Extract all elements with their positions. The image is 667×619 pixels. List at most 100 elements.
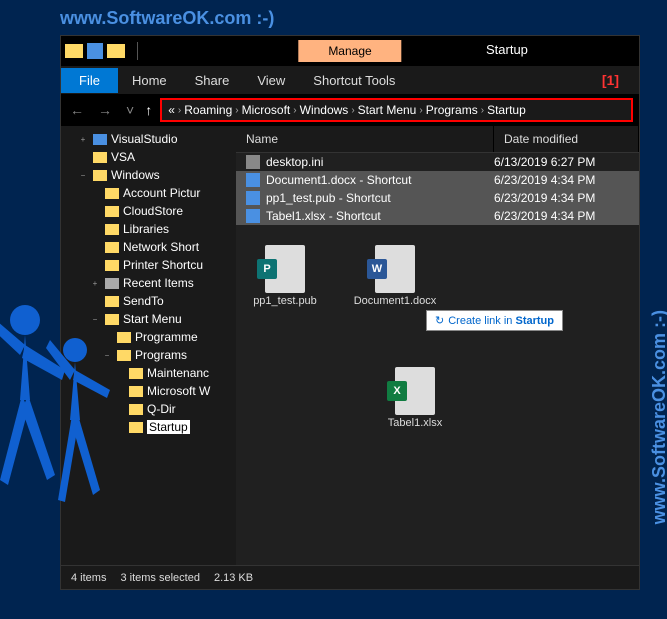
breadcrumb-item[interactable]: Windows	[300, 103, 349, 117]
column-date[interactable]: Date modified	[494, 126, 639, 152]
folder-icon	[93, 134, 107, 145]
folder-icon	[129, 404, 143, 415]
tree-item[interactable]: Libraries	[61, 220, 236, 238]
nav-back-icon[interactable]: ←	[67, 102, 87, 118]
folder-icon	[105, 206, 119, 217]
annotation-marker-1: [1]	[602, 72, 619, 88]
tree-expander-icon[interactable]: −	[77, 171, 89, 180]
drag-ghost-item[interactable]: W Document1.docx	[350, 245, 440, 307]
tree-label: SendTo	[123, 294, 164, 308]
breadcrumb-item[interactable]: Roaming	[184, 103, 232, 117]
decorative-dancers	[0, 280, 120, 560]
drag-ghost-item[interactable]: X Tabel1.xlsx	[370, 367, 460, 429]
drag-label: Document1.docx	[354, 295, 437, 307]
list-row[interactable]: Tabel1.xlsx - Shortcut6/23/2019 4:34 PM	[236, 207, 639, 225]
breadcrumb-item[interactable]: Microsoft	[242, 103, 291, 117]
tree-item[interactable]: + VisualStudio	[61, 130, 236, 148]
explorer-window: Manage Startup File Home Share View Shor…	[60, 35, 640, 590]
file-icon	[246, 155, 260, 169]
ribbon-tab-home[interactable]: Home	[118, 73, 181, 88]
breadcrumb-item[interactable]: Programs	[426, 103, 478, 117]
watermark-right: www.SoftwareOK.com :-)	[649, 310, 667, 524]
chevron-right-icon: ›	[293, 105, 296, 116]
titlebar[interactable]: Manage Startup	[61, 36, 639, 66]
tree-label: VisualStudio	[111, 132, 178, 146]
tree-label: Printer Shortcu	[123, 258, 203, 272]
folder-icon	[129, 386, 143, 397]
ribbon: File Home Share View Shortcut Tools [1]	[61, 66, 639, 94]
folder-icon	[105, 242, 119, 253]
tree-label: Network Short	[123, 240, 199, 254]
document-icon: W	[375, 245, 415, 293]
folder-icon	[105, 224, 119, 235]
file-name: Tabel1.xlsx - Shortcut	[266, 209, 494, 223]
folder-icon	[93, 170, 107, 181]
list-row[interactable]: desktop.ini6/13/2019 6:27 PM	[236, 153, 639, 171]
file-date: 6/13/2019 6:27 PM	[494, 155, 629, 169]
open-icon[interactable]	[107, 44, 125, 58]
tree-label: Recent Items	[123, 276, 194, 290]
document-icon: P	[265, 245, 305, 293]
ribbon-tab-share[interactable]: Share	[181, 73, 244, 88]
file-list[interactable]: desktop.ini6/13/2019 6:27 PMDocument1.do…	[236, 153, 639, 225]
breadcrumb[interactable]: « › Roaming › Microsoft › Windows › Star…	[160, 98, 633, 122]
tree-item[interactable]: Printer Shortcu	[61, 256, 236, 274]
file-menu[interactable]: File	[61, 68, 118, 93]
tree-label: VSA	[111, 150, 135, 164]
column-name[interactable]: Name	[236, 126, 494, 152]
tree-item[interactable]: Network Short	[61, 238, 236, 256]
divider	[137, 42, 138, 60]
tree-label: Q-Dir	[147, 402, 176, 416]
ribbon-tab-shortcut-tools[interactable]: Shortcut Tools	[299, 73, 409, 88]
status-selected-count: 3 items selected	[120, 572, 199, 584]
tree-label: Libraries	[123, 222, 169, 236]
list-row[interactable]: Document1.docx - Shortcut6/23/2019 4:34 …	[236, 171, 639, 189]
nav-dropdown-icon[interactable]: ˅	[123, 102, 137, 118]
nav-forward-icon[interactable]: →	[95, 102, 115, 118]
watermark-top: www.SoftwareOK.com :-)	[60, 8, 274, 29]
breadcrumb-item[interactable]: Startup	[487, 103, 526, 117]
tree-item[interactable]: Account Pictur	[61, 184, 236, 202]
statusbar: 4 items 3 items selected 2.13 KB	[61, 565, 639, 589]
file-icon	[246, 173, 260, 187]
folder-icon	[93, 152, 107, 163]
tree-item[interactable]: VSA	[61, 148, 236, 166]
folder-icon	[129, 368, 143, 379]
ribbon-tab-view[interactable]: View	[243, 73, 299, 88]
app-badge-icon: W	[367, 259, 387, 279]
tree-label: Microsoft W	[147, 384, 210, 398]
drag-label: Tabel1.xlsx	[388, 417, 442, 429]
breadcrumb-item[interactable]: Start Menu	[358, 103, 417, 117]
quickaccess-icon[interactable]	[87, 43, 103, 59]
status-item-count: 4 items	[71, 572, 106, 584]
file-icon	[246, 191, 260, 205]
drag-ghost-item[interactable]: Ppp1_test.pub	[240, 245, 330, 307]
nav-up-icon[interactable]: ↑	[145, 102, 152, 118]
tree-label: Startup	[147, 420, 190, 434]
content-area: + VisualStudio VSA −WindowsAccount Pictur Cl…	[61, 126, 639, 565]
chevron-right-icon: ›	[481, 105, 484, 116]
chevron-right-icon: ›	[419, 105, 422, 116]
tree-expander-icon[interactable]: +	[77, 135, 89, 144]
file-name: desktop.ini	[266, 155, 494, 169]
folder-icon[interactable]	[65, 44, 83, 58]
file-name: pp1_test.pub - Shortcut	[266, 191, 494, 205]
tree-item[interactable]: −Windows	[61, 166, 236, 184]
tree-label: CloudStore	[123, 204, 183, 218]
tree-label: Maintenanc	[147, 366, 209, 380]
file-icon	[246, 209, 260, 223]
file-date: 6/23/2019 4:34 PM	[494, 209, 629, 223]
window-title: Startup	[486, 42, 528, 57]
link-icon: ↻	[435, 315, 444, 327]
document-icon: X	[395, 367, 435, 415]
chevron-right-icon: ›	[178, 105, 181, 116]
folder-icon	[105, 188, 119, 199]
manage-contextual-tab[interactable]: Manage	[298, 40, 401, 62]
breadcrumb-overflow[interactable]: «	[168, 103, 175, 117]
list-row[interactable]: pp1_test.pub - Shortcut6/23/2019 4:34 PM	[236, 189, 639, 207]
folder-icon	[105, 260, 119, 271]
drag-drop-area[interactable]: ↻Create link in Startup Ppp1_test.pubWDo…	[236, 225, 639, 565]
app-badge-icon: P	[257, 259, 277, 279]
tooltip-text: Create link in	[448, 315, 515, 327]
tree-item[interactable]: CloudStore	[61, 202, 236, 220]
